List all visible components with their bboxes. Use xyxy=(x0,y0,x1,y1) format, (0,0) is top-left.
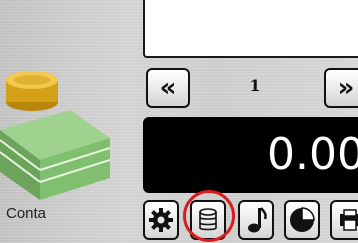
reports-button[interactable] xyxy=(284,200,320,240)
settings-button[interactable] xyxy=(143,200,179,240)
gear-icon xyxy=(149,208,173,232)
double-chevron-right-icon: » xyxy=(337,73,355,103)
sound-button[interactable] xyxy=(238,200,274,240)
previous-page-button[interactable]: « xyxy=(146,68,190,108)
account-label: Conta xyxy=(6,205,47,222)
highlight-circle xyxy=(183,190,235,242)
money-icon xyxy=(0,71,110,200)
receipt-screen xyxy=(143,0,358,58)
amount-display: 0.00 xyxy=(143,117,358,193)
amount-value: 0.00 xyxy=(267,129,358,180)
pie-chart-icon xyxy=(290,207,315,232)
printer-icon xyxy=(340,209,358,231)
double-chevron-left-icon: « xyxy=(159,73,177,103)
print-button[interactable] xyxy=(330,200,358,240)
page-number: 1 xyxy=(249,76,261,95)
next-page-button[interactable]: » xyxy=(324,68,358,108)
music-note-icon xyxy=(248,207,267,233)
